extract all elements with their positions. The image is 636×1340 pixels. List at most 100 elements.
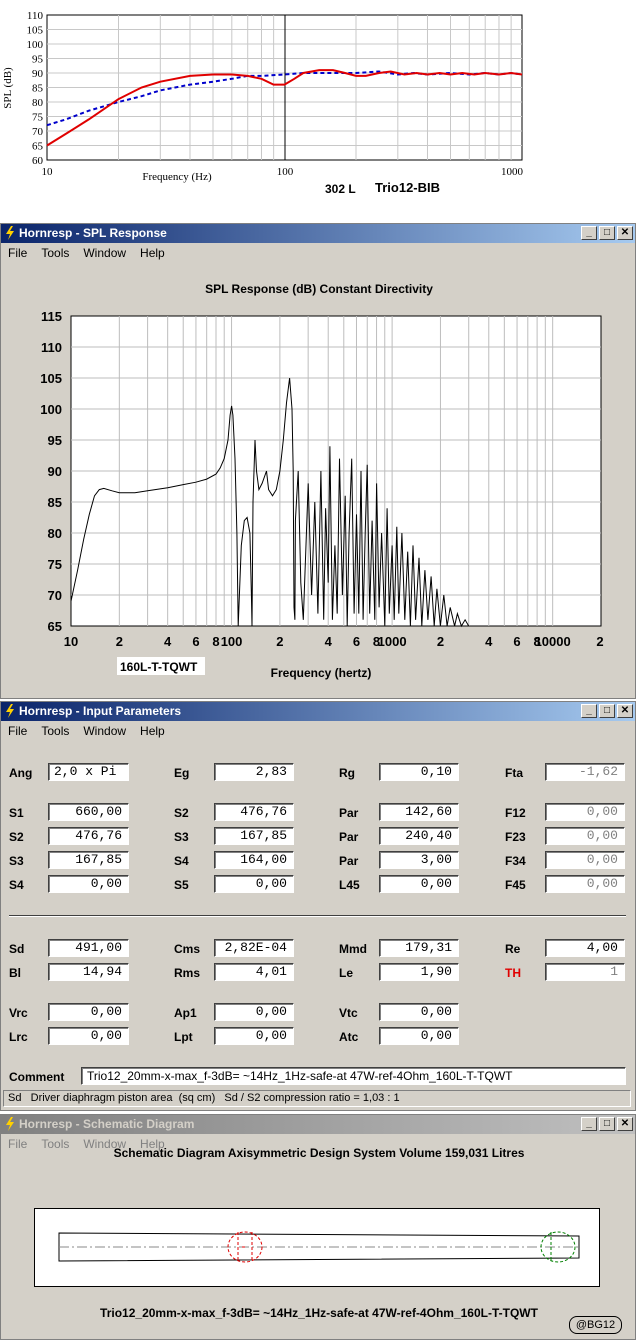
cms-field[interactable]: 2,82E-04 (214, 939, 294, 957)
schematic-window-title: Hornresp - Schematic Diagram (19, 1117, 195, 1131)
sd-field[interactable]: 491,00 (48, 939, 129, 957)
close-button[interactable]: ✕ (617, 226, 633, 240)
menu-tools[interactable]: Tools (34, 722, 76, 740)
y-axis-label: SPL (dB) (2, 67, 14, 109)
spl-y-tick-label: 110 (41, 340, 62, 355)
spl-x-tick-label: 6 (513, 634, 520, 649)
spl-y-tick-label: 115 (41, 309, 62, 324)
label-rg: Rg (339, 766, 355, 780)
f34-field[interactable]: 0,00 (545, 851, 625, 869)
menu-help[interactable]: Help (133, 722, 172, 740)
eg-field[interactable]: 2,83 (214, 763, 294, 781)
th-field[interactable]: 1 (545, 963, 625, 981)
spl-chart-svg: 11511010510095908580757065 10 2 4 6 8 100 2 4 6 8… (40, 309, 603, 680)
lightning-icon (6, 704, 14, 718)
y-tick-label: 110 (27, 10, 44, 22)
spl-y-tick-label: 95 (48, 433, 62, 448)
comment-field[interactable]: Trio12_20mm-x-max_f-3dB= ~14Hz_1Hz-safe-… (81, 1067, 626, 1085)
spl-x-tick-label: 4 (164, 634, 172, 649)
s4-field[interactable]: 0,00 (48, 875, 129, 893)
s2-field[interactable]: 476,76 (48, 827, 129, 845)
badge-label: @BG12 (569, 1316, 622, 1334)
label-f23: F23 (505, 830, 526, 844)
spl-titlebar[interactable]: Hornresp - SPL Response _ □ ✕ (1, 224, 635, 243)
vrc-field[interactable]: 0,00 (48, 1003, 129, 1021)
minimize-button[interactable]: _ (581, 226, 597, 240)
lpt-field[interactable]: 0,00 (214, 1027, 294, 1045)
minimize-button[interactable]: _ (581, 1117, 597, 1131)
rg-field[interactable]: 0,10 (379, 763, 459, 781)
maximize-button[interactable]: □ (599, 1117, 615, 1131)
y-tick-label: 80 (32, 97, 44, 109)
lightning-icon (6, 1117, 14, 1131)
label-fta: Fta (505, 766, 523, 780)
legend-label: 160L-T-TQWT (120, 660, 198, 674)
fta-field[interactable]: -1,62 (545, 763, 625, 781)
y-tick-label: 90 (32, 68, 44, 80)
le-field[interactable]: 1,90 (379, 963, 459, 981)
f45-field[interactable]: 0,00 (545, 875, 625, 893)
f23-field[interactable]: 0,00 (545, 827, 625, 845)
volume-label: 302 L (325, 182, 356, 196)
lrc-field[interactable]: 0,00 (48, 1027, 129, 1045)
y-tick-label: 105 (27, 25, 44, 37)
rms-field[interactable]: 4,01 (214, 963, 294, 981)
spl-y-tick-label: 80 (48, 526, 62, 541)
minimize-button[interactable]: _ (581, 704, 597, 718)
label-mmd: Mmd (339, 942, 367, 956)
mmd-field[interactable]: 179,31 (379, 939, 459, 957)
close-button[interactable]: ✕ (617, 1117, 633, 1131)
l45-field[interactable]: 0,00 (379, 875, 459, 893)
x-tick-1000: 1000 (501, 166, 524, 178)
bib-chart: 110 105 100 95 90 85 80 75 70 65 60 SPL (dB) 10 10… (0, 0, 636, 215)
menu-file[interactable]: File (1, 244, 34, 262)
label-s2: S2 (9, 830, 24, 844)
atc-field[interactable]: 0,00 (379, 1027, 459, 1045)
ap1-field[interactable]: 0,00 (214, 1003, 294, 1021)
label-s3: S3 (9, 854, 24, 868)
menu-tools[interactable]: Tools (34, 244, 76, 262)
par-field-2[interactable]: 240,40 (379, 827, 459, 845)
label-rms: Rms (174, 966, 201, 980)
s5-field[interactable]: 0,00 (214, 875, 294, 893)
maximize-button[interactable]: □ (599, 704, 615, 718)
f12-field[interactable]: 0,00 (545, 803, 625, 821)
y-tick-label: 70 (32, 126, 44, 138)
s1-field[interactable]: 660,00 (48, 803, 129, 821)
schematic-window: Hornresp - Schematic Diagram _ □ ✕ File … (0, 1114, 636, 1340)
menu-file[interactable]: File (1, 722, 34, 740)
schematic-titlebar[interactable]: Hornresp - Schematic Diagram _ □ ✕ (1, 1115, 635, 1134)
input-titlebar[interactable]: Hornresp - Input Parameters _ □ ✕ (1, 702, 635, 721)
spl-x-tick-label: 2 (437, 634, 444, 649)
vtc-field[interactable]: 0,00 (379, 1003, 459, 1021)
label-par: Par (339, 854, 359, 868)
maximize-button[interactable]: □ (599, 226, 615, 240)
menu-help[interactable]: Help (133, 244, 172, 262)
label-ap1: Ap1 (174, 1006, 197, 1020)
label-vtc: Vtc (339, 1006, 358, 1020)
label-s1: S1 (9, 806, 24, 820)
menu-window[interactable]: Window (76, 722, 133, 740)
s3-field[interactable]: 167,85 (214, 827, 294, 845)
label-f12: F12 (505, 806, 526, 820)
spl-y-tick-label: 100 (40, 402, 62, 417)
par-field-1[interactable]: 142,60 (379, 803, 459, 821)
label-s3: S3 (174, 830, 189, 844)
par-field-3[interactable]: 3,00 (379, 851, 459, 869)
close-button[interactable]: ✕ (617, 704, 633, 718)
s3-field[interactable]: 167,85 (48, 851, 129, 869)
label-bl: Bl (9, 966, 21, 980)
menu-window[interactable]: Window (76, 244, 133, 262)
bl-field[interactable]: 14,94 (48, 963, 129, 981)
s4-field[interactable]: 164,00 (214, 851, 294, 869)
label-eg: Eg (174, 766, 190, 780)
y-tick-label: 85 (32, 83, 44, 95)
label-lrc: Lrc (9, 1030, 28, 1044)
re-field[interactable]: 4,00 (545, 939, 625, 957)
label-f34: F34 (505, 854, 526, 868)
s2-field[interactable]: 476,76 (214, 803, 294, 821)
spl-heading: SPL Response (dB) Constant Directivity (205, 282, 433, 296)
label-comment: Comment (9, 1070, 65, 1084)
schematic-caption: Trio12_20mm-x-max_f-3dB= ~14Hz_1Hz-safe-… (100, 1306, 538, 1320)
ang-field[interactable]: 2,0 x Pi (48, 763, 129, 781)
